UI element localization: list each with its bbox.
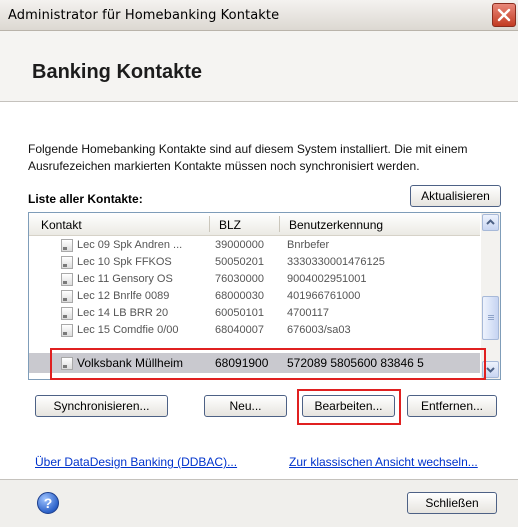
page-title: Banking Kontakte — [32, 61, 203, 83]
column-header: Kontakt BLZ Benutzerkennung — [29, 213, 480, 236]
cell-kontakt: Lec 11 Gensory OS — [77, 273, 173, 285]
cell-user: 676003/sa03 — [287, 324, 351, 336]
grip-line — [488, 315, 494, 316]
cell-user: Bnrbefer — [287, 239, 330, 251]
contact-icon — [61, 324, 73, 337]
help-icon[interactable]: ? — [37, 492, 59, 514]
cell-kontakt: Lec 12 Bnrlfe 0089 — [77, 290, 170, 302]
contact-icon — [61, 307, 73, 320]
contact-icon — [61, 256, 73, 269]
cell-kontakt: Lec 10 Spk FFKOS — [77, 256, 172, 268]
grip-line — [488, 319, 494, 320]
remove-button[interactable]: Entfernen... — [407, 395, 497, 417]
table-row[interactable]: Lec 11 Gensory OS 76030000 9004002951001 — [29, 271, 480, 288]
close-window-button[interactable] — [492, 3, 516, 27]
cell-blz: 39000000 — [215, 239, 264, 251]
cell-user: 4700117 — [287, 307, 330, 319]
cell-blz: 68000030 — [215, 290, 264, 302]
header-panel: Banking Kontakte — [0, 31, 518, 102]
footer-panel: ? Schließen — [0, 479, 518, 527]
scroll-up-button[interactable] — [482, 214, 499, 231]
classic-view-link[interactable]: Zur klassischen Ansicht wechseln... — [289, 455, 478, 469]
column-kontakt[interactable]: Kontakt — [41, 218, 82, 232]
table-row[interactable]: Lec 10 Spk FFKOS 50050201 33303300014761… — [29, 254, 480, 271]
close-icon — [497, 8, 511, 22]
description-text: Folgende Homebanking Kontakte sind auf d… — [28, 142, 468, 173]
cell-kontakt: Lec 09 Spk Andren ... — [77, 239, 183, 251]
edit-button-highlight — [297, 389, 401, 425]
contact-icon — [61, 239, 73, 252]
column-separator[interactable] — [209, 216, 210, 232]
cell-blz: 76030000 — [215, 273, 264, 285]
selection-highlight — [50, 348, 486, 380]
close-button[interactable]: Schließen — [407, 492, 497, 514]
cell-blz: 68040007 — [215, 324, 264, 336]
cell-blz: 60050101 — [215, 307, 264, 319]
grip-line — [488, 317, 494, 318]
refresh-button[interactable]: Aktualisieren — [410, 185, 501, 207]
title-bar: Administrator für Homebanking Kontakte — [0, 0, 518, 31]
window-title: Administrator für Homebanking Kontakte — [8, 8, 280, 23]
cell-kontakt: Lec 14 LB BRR 20 — [77, 307, 169, 319]
synchronize-button[interactable]: Synchronisieren... — [35, 395, 168, 417]
column-benutzerkennung[interactable]: Benutzerkennung — [289, 218, 383, 232]
contact-icon — [61, 273, 73, 286]
cell-user: 9004002951001 — [287, 273, 367, 285]
new-button[interactable]: Neu... — [204, 395, 287, 417]
chevron-up-icon — [486, 219, 495, 225]
table-row[interactable]: Lec 12 Bnrlfe 0089 68000030 401966761000 — [29, 288, 480, 305]
cell-user: 401966761000 — [287, 290, 361, 302]
contact-icon — [61, 290, 73, 303]
cell-kontakt: Lec 15 Comdfie 0/00 — [77, 324, 179, 336]
list-label: Liste aller Kontakte: — [28, 192, 143, 206]
column-blz[interactable]: BLZ — [219, 218, 241, 232]
table-row[interactable]: Lec 14 LB BRR 20 60050101 4700117 — [29, 305, 480, 322]
about-link[interactable]: Über DataDesign Banking (DDBAC)... — [35, 455, 237, 469]
cell-user: 3330330001476125 — [287, 256, 385, 268]
table-row[interactable]: Lec 15 Comdfie 0/00 68040007 676003/sa03 — [29, 322, 480, 339]
cell-blz: 50050201 — [215, 256, 264, 268]
scroll-thumb[interactable] — [482, 296, 499, 340]
column-separator[interactable] — [279, 216, 280, 232]
table-row[interactable]: Lec 09 Spk Andren ... 39000000 Bnrbefer — [29, 237, 480, 254]
